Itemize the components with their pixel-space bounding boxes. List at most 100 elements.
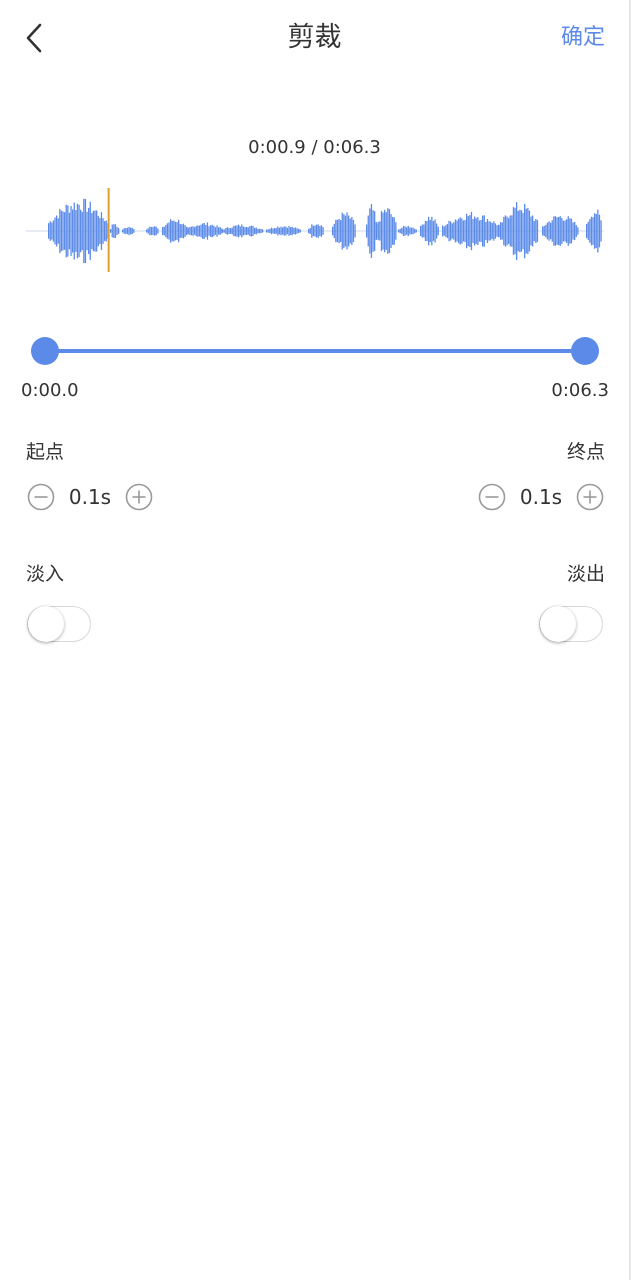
waveform-bar — [258, 228, 261, 234]
waveform-bar — [469, 215, 471, 247]
waveform-bar — [260, 228, 262, 234]
confirm-button[interactable]: 确定 — [561, 22, 605, 54]
waveform-bar — [200, 224, 202, 238]
waveform-bar — [198, 225, 201, 237]
waveform-bar — [113, 224, 115, 238]
waveform-bar — [133, 229, 135, 233]
waveform-bar — [567, 216, 569, 246]
waveform-bar — [483, 215, 485, 247]
waveform-bar — [501, 222, 503, 240]
waveform-bar — [533, 221, 535, 242]
waveform-bar — [242, 226, 245, 236]
waveform-bar — [432, 221, 435, 241]
waveform-bar — [165, 224, 167, 238]
waveform-bar — [348, 215, 350, 247]
waveform-bar — [231, 227, 233, 235]
trim-range-track[interactable] — [44, 349, 586, 353]
waveform-bar — [372, 210, 374, 252]
waveform-bar — [548, 221, 550, 241]
waveform-bar — [234, 225, 237, 237]
waveform-bar — [587, 221, 589, 241]
waveform-bar — [59, 208, 61, 254]
waveform-bar — [404, 226, 406, 236]
fade-in-toggle-knob — [28, 606, 64, 642]
waveform-bar — [454, 219, 457, 243]
trim-end-handle[interactable] — [571, 337, 599, 365]
waveform-bar — [340, 220, 342, 242]
waveform-bar — [493, 221, 495, 241]
waveform-bar — [170, 219, 172, 243]
waveform-bar — [456, 220, 458, 242]
waveform-bar — [111, 224, 113, 238]
waveform-bar — [270, 227, 273, 235]
end-plus-icon[interactable] — [576, 483, 604, 511]
waveform-bar — [54, 217, 56, 245]
waveform-bar — [208, 226, 210, 236]
waveform-bar — [154, 226, 156, 236]
waveform-bar — [575, 225, 577, 237]
waveform-bar — [542, 226, 544, 236]
audio-waveform[interactable] — [26, 186, 604, 276]
waveform-bar — [236, 225, 238, 237]
waveform-bar — [496, 225, 498, 237]
waveform-bar — [56, 215, 58, 247]
start-plus-icon[interactable] — [125, 483, 153, 511]
waveform-bar — [294, 227, 297, 235]
waveform-bar — [459, 217, 461, 245]
waveform-bar — [157, 228, 159, 234]
waveform-bar — [213, 225, 215, 237]
waveform-bar — [429, 219, 431, 243]
waveform-bar — [503, 216, 505, 246]
waveform-bar — [431, 216, 433, 246]
waveform-bar — [504, 215, 507, 247]
waveform-bar — [354, 224, 356, 238]
waveform-bar — [527, 208, 529, 254]
start-minus-icon[interactable] — [27, 483, 55, 511]
waveform-bar — [176, 222, 178, 240]
waveform-bar — [81, 211, 83, 251]
waveform-bar — [226, 227, 229, 235]
waveform-bar — [528, 210, 531, 252]
waveform-bar — [351, 217, 353, 245]
waveform-bar — [311, 224, 313, 238]
waveform-bar — [525, 208, 527, 254]
waveform-bar — [448, 220, 450, 242]
waveform-bar — [442, 225, 444, 237]
waveform-bar — [244, 227, 246, 235]
waveform-bar — [426, 221, 428, 241]
waveform-bar — [491, 223, 493, 239]
waveform-bar — [314, 225, 316, 237]
waveform-bar — [332, 226, 334, 236]
waveform-bar — [238, 224, 240, 238]
waveform-bar — [570, 218, 573, 244]
end-minus-icon[interactable] — [478, 483, 506, 511]
end-point-label: 终点 — [566, 441, 605, 463]
waveform-bar — [367, 215, 369, 247]
waveform-bar — [205, 225, 207, 237]
waveform-bar — [194, 227, 196, 235]
waveform-bar — [569, 218, 571, 244]
waveform-bar — [423, 224, 425, 238]
waveform-bar — [68, 212, 71, 250]
waveform-bar — [402, 226, 405, 236]
waveform-bar — [257, 228, 259, 234]
waveform-bar — [181, 224, 183, 238]
waveform-bar — [147, 228, 149, 234]
waveform-bar — [336, 219, 339, 243]
waveform-bar — [80, 209, 82, 253]
fade-out-label: 淡出 — [566, 563, 605, 585]
waveform-bar — [309, 228, 311, 234]
waveform-bar — [498, 224, 500, 238]
waveform-bar — [536, 220, 539, 242]
waveform-bar — [216, 225, 218, 237]
trim-start-handle[interactable] — [31, 337, 59, 365]
waveform-bar — [511, 215, 513, 247]
waveform-bar — [478, 220, 481, 242]
waveform-bar — [554, 216, 557, 246]
waveform-bar — [128, 226, 130, 236]
waveform-bar — [370, 204, 373, 258]
waveform-bar — [443, 226, 445, 236]
fade-in-toggle[interactable] — [27, 606, 91, 642]
waveform-bar — [589, 219, 591, 243]
fade-out-toggle[interactable] — [539, 606, 603, 642]
